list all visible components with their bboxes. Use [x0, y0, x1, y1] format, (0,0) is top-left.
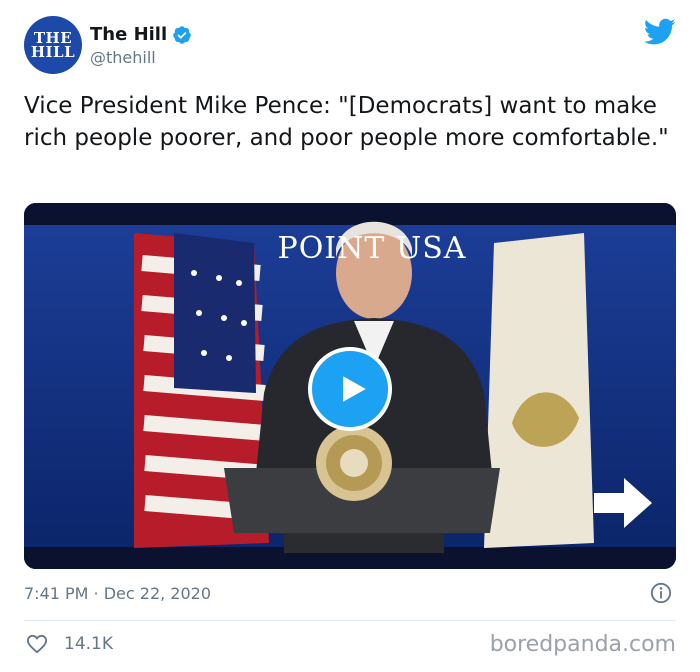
tweet-video[interactable]: POINT USA — [24, 203, 676, 569]
watermark: boredpanda.com — [489, 632, 676, 657]
play-icon — [343, 376, 366, 402]
video-banner-text: POINT USA — [277, 231, 467, 266]
like-count: 14.1K — [64, 634, 113, 654]
twitter-bird-icon[interactable] — [644, 18, 676, 46]
account-info: The Hill @thehill — [90, 24, 192, 67]
tweet-meta: 7:41 PM · Dec 22, 2020 — [24, 582, 676, 608]
play-button[interactable] — [308, 347, 392, 431]
info-icon[interactable] — [650, 582, 672, 604]
tweet-text: Vice President Mike Pence: "[Democrats] … — [24, 93, 669, 151]
verified-badge-icon — [173, 25, 191, 44]
avatar-text-line2: HILL — [30, 43, 76, 61]
tweet-header: THE HILL The Hill @thehill — [24, 16, 676, 76]
heart-icon[interactable] — [26, 634, 48, 654]
tweet-timestamp[interactable]: 7:41 PM · Dec 22, 2020 — [24, 584, 211, 603]
account-handle[interactable]: @thehill — [90, 48, 192, 67]
display-name[interactable]: The Hill — [90, 24, 167, 45]
divider — [24, 620, 676, 621]
avatar[interactable]: THE HILL — [24, 16, 82, 74]
tweet-actions: 14.1K boredpanda.com — [24, 630, 676, 662]
